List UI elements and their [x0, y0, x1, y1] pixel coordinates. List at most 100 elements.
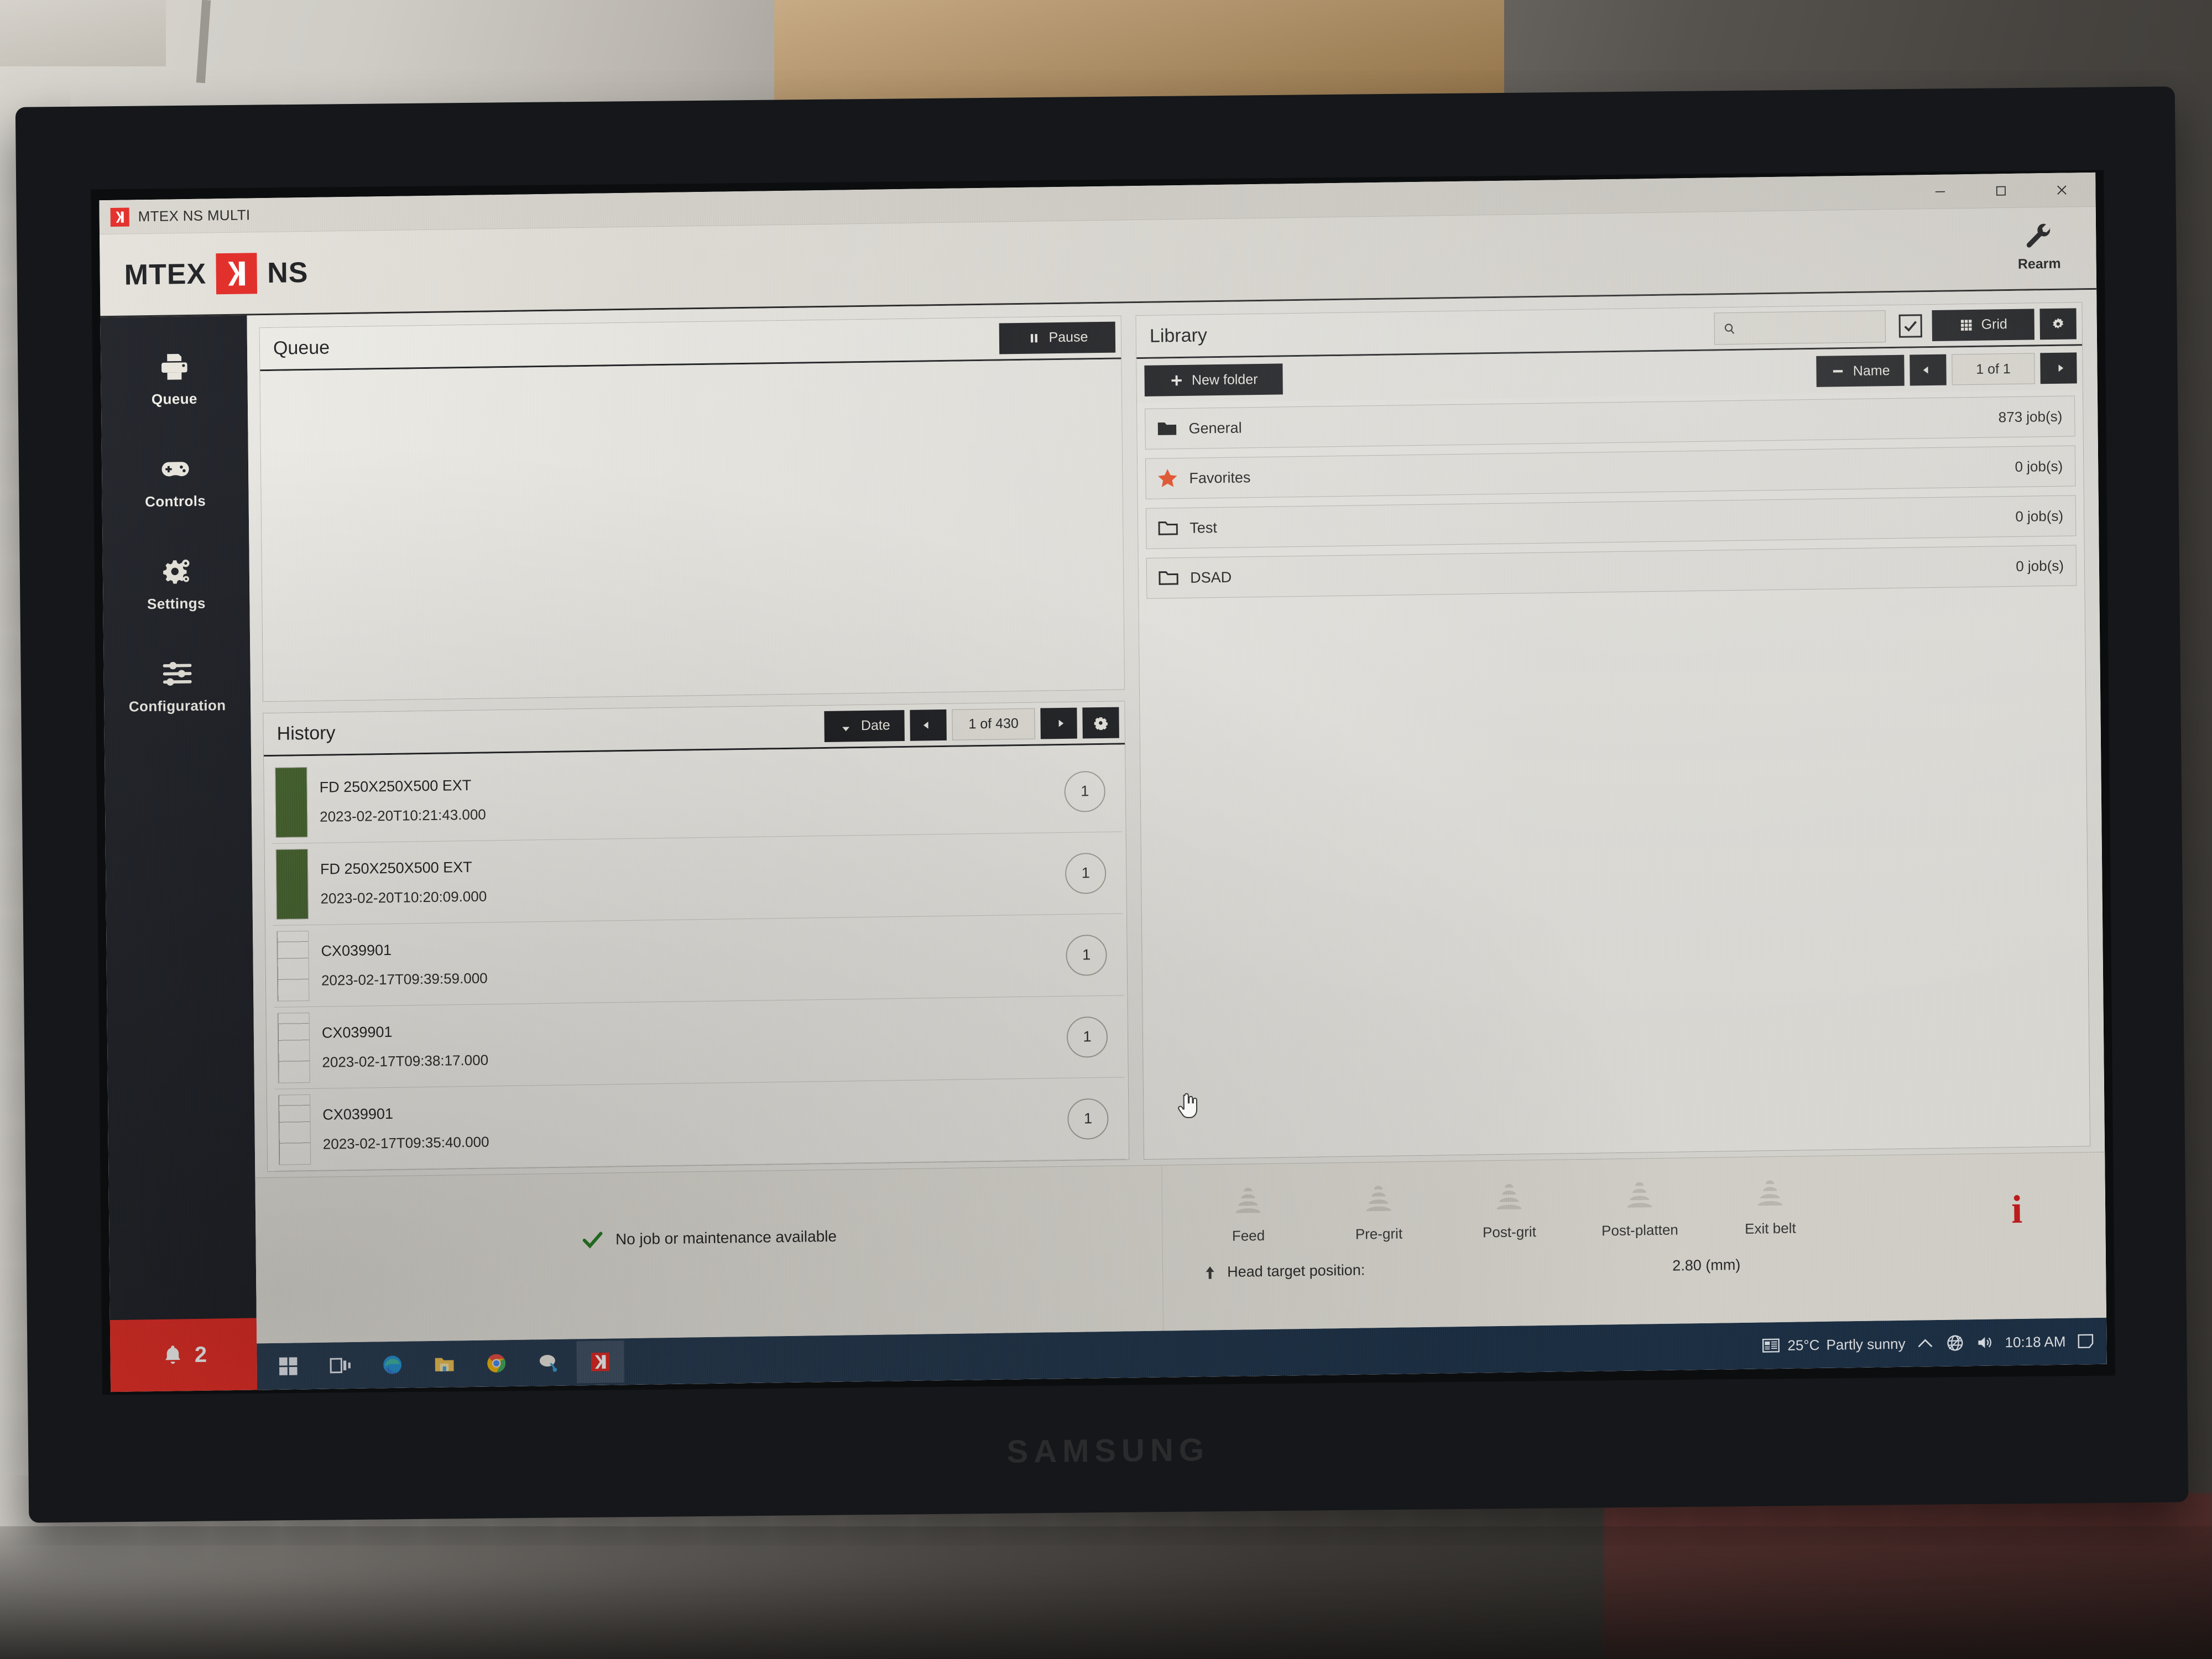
- arrow-down-icon: [842, 721, 850, 731]
- gear-icon: [1094, 717, 1108, 730]
- library-title: Library: [1149, 325, 1208, 347]
- select-all-checkbox[interactable]: [1898, 314, 1922, 338]
- library-prev-button[interactable]: [1910, 354, 1947, 386]
- library-view-button[interactable]: Grid: [1932, 308, 2035, 341]
- weather-condition: Partly sunny: [1826, 1335, 1906, 1353]
- sidebar-item-label: Queue: [151, 390, 197, 408]
- main-content: Queue Pause History Date 1 of 430 FD 250…: [247, 289, 2107, 1390]
- app-body: Queue Controls Settings Configuration 2 …: [100, 289, 2107, 1392]
- history-row[interactable]: FD 250X250X500 EXT 2023-02-20T10:21:43.0…: [272, 750, 1123, 844]
- station-feed[interactable]: Feed: [1207, 1182, 1290, 1245]
- application-window: MTEX NS MULTI MTEX NS Rearm Queue Contro…: [99, 172, 2107, 1392]
- status-message: No job or maintenance available: [615, 1227, 837, 1248]
- sidebar-item-queue[interactable]: Queue: [101, 349, 248, 409]
- history-job-date: 2023-02-20T10:21:43.000: [319, 806, 486, 825]
- brand-right-text: NS: [267, 256, 309, 289]
- file-explorer-icon[interactable]: [420, 1343, 468, 1385]
- station-arc-icon: [1496, 1184, 1522, 1210]
- history-job-name: CX039901: [321, 941, 392, 959]
- sidebar-item-controls[interactable]: Controls: [102, 451, 249, 512]
- grid-icon: [1960, 319, 1972, 331]
- speaker-icon[interactable]: [1975, 1333, 1995, 1353]
- folder-row-favorites[interactable]: Favorites 0 job(s): [1145, 445, 2076, 499]
- history-job-count: 1: [1067, 1098, 1109, 1140]
- library-next-button[interactable]: [2040, 352, 2077, 384]
- clock[interactable]: 10:18 AM: [2005, 1333, 2065, 1351]
- printer-icon: [161, 354, 187, 380]
- plus-icon: [1171, 375, 1182, 386]
- sidebar-item-settings[interactable]: Settings: [103, 553, 250, 613]
- alert-badge[interactable]: 2: [109, 1318, 258, 1392]
- job-thumbnail: [275, 849, 309, 920]
- new-folder-button[interactable]: New folder: [1144, 363, 1283, 397]
- pause-button[interactable]: Pause: [999, 321, 1116, 354]
- history-row[interactable]: CX039901 2023-02-17T09:38:17.000 1: [274, 995, 1125, 1089]
- history-list[interactable]: FD 250X250X500 EXT 2023-02-20T10:21:43.0…: [264, 744, 1129, 1172]
- history-settings-button[interactable]: [1082, 707, 1119, 738]
- stations-area: Feed Pre-grit Post-grit Post-platten Exi…: [1162, 1153, 2073, 1282]
- close-icon[interactable]: [2031, 173, 2093, 207]
- arrow-right-icon: [2053, 364, 2064, 372]
- folder-outline-icon: [1159, 571, 1178, 585]
- status-bar: No job or maintenance available Feed Pre…: [255, 1151, 2106, 1344]
- search-input[interactable]: [1741, 318, 1877, 336]
- folder-row-test[interactable]: Test 0 job(s): [1145, 495, 2077, 549]
- windows-start-icon[interactable]: [264, 1345, 312, 1387]
- bell-icon: [165, 1345, 181, 1364]
- arrow-left-icon: [924, 721, 934, 729]
- right-column: Library Grid New folder Name 1 of 1 Gene…: [1135, 302, 2091, 1160]
- history-job-name: FD 250X250X500 EXT: [320, 858, 472, 878]
- chevron-up-icon[interactable]: [1915, 1333, 1935, 1354]
- minimize-icon[interactable]: [1910, 174, 1971, 208]
- task-view-icon[interactable]: [316, 1344, 364, 1387]
- station-post-platten[interactable]: Post-platten: [1598, 1177, 1682, 1239]
- network-globe-icon[interactable]: [1945, 1333, 1965, 1353]
- chrome-icon[interactable]: [472, 1342, 520, 1385]
- folder-name: Test: [1190, 519, 1217, 536]
- station-arc-icon: [1366, 1186, 1391, 1212]
- queue-list[interactable]: [260, 359, 1125, 702]
- folder-row-dsad[interactable]: DSAD 0 job(s): [1146, 545, 2077, 599]
- star-icon: [1158, 469, 1177, 487]
- screen: MTEX NS MULTI MTEX NS Rearm Queue Contro…: [99, 172, 2107, 1392]
- folder-name: Favorites: [1189, 468, 1251, 487]
- mtex-taskbar-icon[interactable]: [576, 1340, 624, 1384]
- window-title: MTEX NS MULTI: [138, 206, 251, 225]
- station-arc-icon: [1757, 1180, 1783, 1206]
- history-sort-button[interactable]: Date: [824, 709, 905, 742]
- history-job-name: CX039901: [322, 1105, 394, 1123]
- notification-icon[interactable]: [2075, 1331, 2095, 1352]
- news-and-weather[interactable]: 25°C Partly sunny: [1761, 1334, 1906, 1356]
- history-job-count: 1: [1066, 934, 1108, 976]
- history-job-count: 1: [1065, 852, 1107, 894]
- info-icon[interactable]: i: [2011, 1187, 2023, 1233]
- history-next-button[interactable]: [1040, 707, 1077, 739]
- sidebar-item-configuration[interactable]: Configuration: [103, 655, 251, 716]
- history-row[interactable]: FD 250X250X500 EXT 2023-02-20T10:20:09.0…: [272, 832, 1123, 926]
- rearm-button[interactable]: Rearm: [2010, 222, 2069, 275]
- history-row[interactable]: CX039901 2023-02-17T09:39:59.000 1: [273, 914, 1124, 1008]
- station-label: Post-platten: [1601, 1221, 1678, 1239]
- arrow-right-icon: [1053, 719, 1064, 727]
- history-row[interactable]: CX039901 2023-02-17T09:35:40.000 1: [274, 1077, 1126, 1171]
- history-prev-button[interactable]: [910, 709, 947, 741]
- app-icon[interactable]: [524, 1341, 572, 1384]
- check-icon: [583, 1232, 603, 1249]
- library-search[interactable]: [1714, 310, 1886, 345]
- system-tray: 25°C Partly sunny 10:18 AM: [1761, 1331, 2101, 1356]
- folder-name: DSAD: [1190, 568, 1232, 586]
- library-settings-button[interactable]: [2039, 307, 2077, 340]
- sidebar-item-label: Settings: [147, 594, 206, 613]
- alert-count: 2: [194, 1342, 207, 1367]
- wrench-icon: [2026, 223, 2051, 248]
- station-pre-grit[interactable]: Pre-grit: [1337, 1181, 1421, 1243]
- status-message-area: No job or maintenance available: [255, 1165, 1164, 1344]
- library-folder-list[interactable]: General 873 job(s) Favorites 0 job(s) Te…: [1137, 390, 2090, 1159]
- folder-outline-icon: [1158, 521, 1178, 535]
- edge-icon[interactable]: [368, 1343, 416, 1386]
- maximize-icon[interactable]: [1970, 174, 2032, 208]
- station-exit-belt[interactable]: Exit belt: [1729, 1175, 1812, 1238]
- library-sort-button[interactable]: Name: [1816, 354, 1905, 387]
- folder-row-general[interactable]: General 873 job(s): [1145, 395, 2075, 450]
- station-post-grit[interactable]: Post-grit: [1468, 1179, 1551, 1241]
